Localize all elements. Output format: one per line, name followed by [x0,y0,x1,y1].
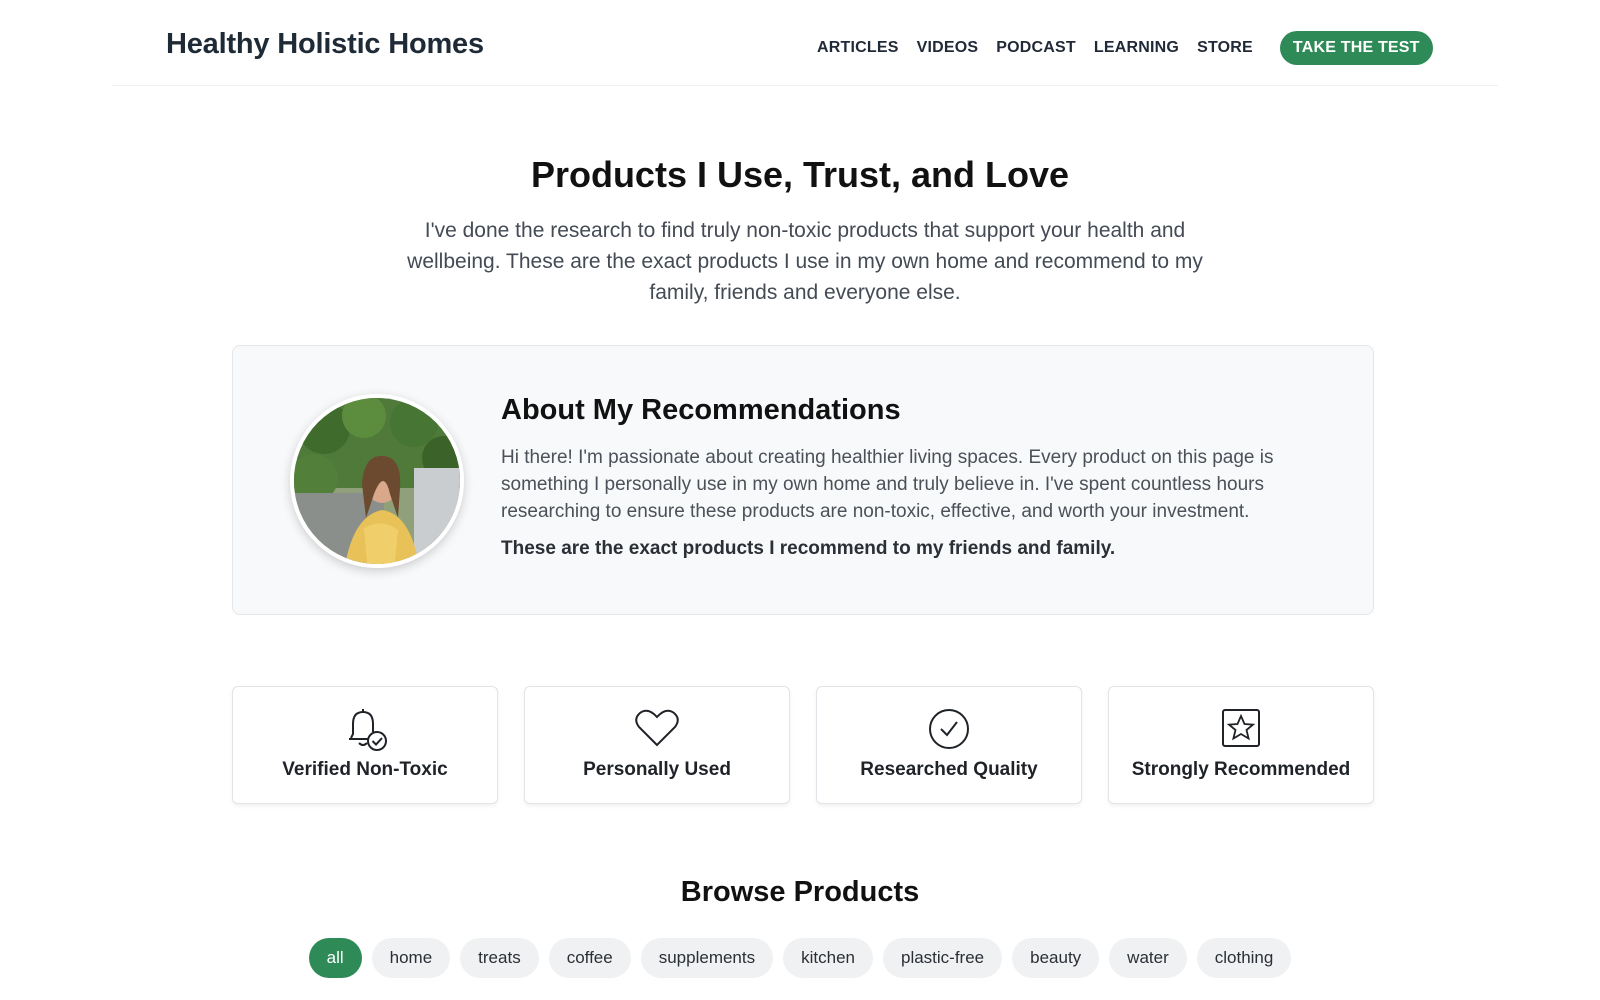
check-circle-icon [817,707,1081,756]
browse-products-title: Browse Products [680,876,920,908]
feature-label: Strongly Recommended [1131,759,1351,780]
filter-chip-kitchen[interactable]: kitchen [783,938,873,978]
feature-label: Verified Non-Toxic [282,759,448,780]
filter-chip-clothing[interactable]: clothing [1196,938,1292,978]
star-square-icon [1109,707,1373,754]
about-text: Hi there! I'm passionate about creating … [501,447,1274,522]
feature-cards: Verified Non-Toxic Personally Used Resea… [232,686,1374,806]
profile-photo-icon [294,398,460,564]
site-logo[interactable]: Healthy Holistic Homes [166,28,484,61]
page-subtitle: I've done the research to find truly non… [407,219,1203,304]
feature-card-researched-quality: Researched Quality [816,686,1082,804]
filter-chip-coffee[interactable]: coffee [548,938,631,978]
site-header: Healthy Holistic Homes ARTICLES VIDEOS P… [112,0,1498,86]
nav-link-articles[interactable]: ARTICLES [817,32,899,64]
about-card: About My Recommendations Hi there! I'm p… [232,345,1374,615]
nav-link-learning[interactable]: LEARNING [1094,32,1179,64]
feature-card-verified-non-toxic: Verified Non-Toxic [232,686,498,804]
feature-label: Researched Quality [860,759,1038,780]
take-the-test-button[interactable]: TAKE THE TEST [1279,31,1433,65]
filter-chip-supplements[interactable]: supplements [640,938,774,978]
nav-link-store[interactable]: STORE [1197,32,1253,64]
filter-chip-water[interactable]: water [1109,938,1187,978]
filter-chip-plastic-free[interactable]: plastic-free [882,938,1003,978]
about-emphasis: These are the exact products I recommend… [501,538,1116,559]
filter-chip-treats[interactable]: treats [460,938,539,978]
nav-link-videos[interactable]: VIDEOS [917,32,979,64]
filter-chip-home[interactable]: home [371,938,451,978]
heart-icon [525,707,789,754]
feature-card-strongly-recommended: Strongly Recommended [1108,686,1374,804]
nav-link-podcast[interactable]: PODCAST [996,32,1076,64]
feature-card-personally-used: Personally Used [524,686,790,804]
category-filters: all home treats coffee supplements kitch… [0,938,1600,978]
filter-chip-beauty[interactable]: beauty [1012,938,1100,978]
main-nav: ARTICLES VIDEOS PODCAST LEARNING STORE T… [817,31,1433,65]
feature-label: Personally Used [583,759,731,780]
bell-check-icon [233,707,497,756]
filter-chip-all[interactable]: all [308,938,362,978]
avatar [290,394,464,568]
about-title: About My Recommendations [501,394,901,426]
page-title: Products I Use, Trust, and Love [530,154,1070,195]
